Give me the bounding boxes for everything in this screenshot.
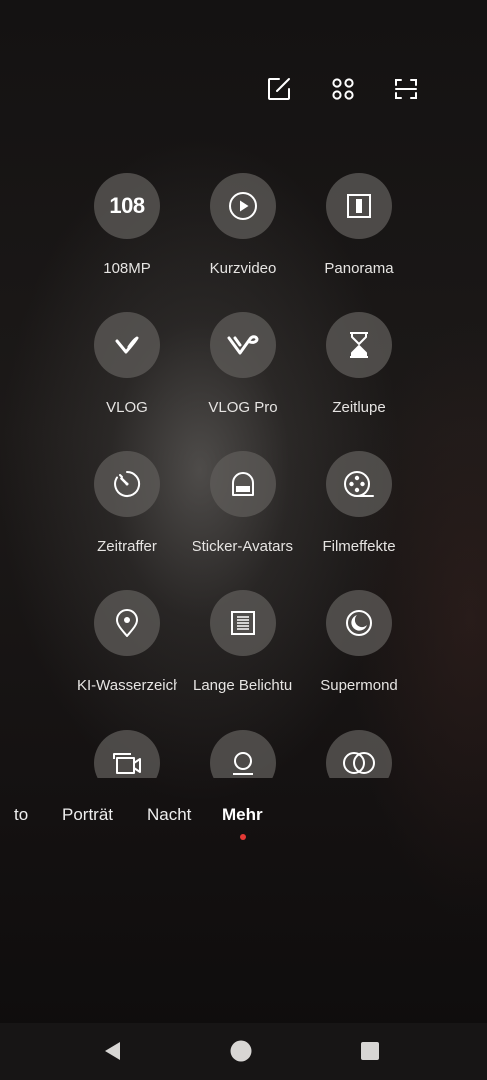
overlap-circles-icon[interactable] [326, 730, 392, 778]
mode-label: Kurzvideo [209, 260, 277, 277]
long-exposure-icon[interactable] [210, 590, 276, 656]
tab-nacht[interactable]: Nacht [147, 800, 191, 830]
mode-label: VLOG [106, 399, 148, 416]
hourglass-icon[interactable] [326, 312, 392, 378]
mode-label: KI-Wasserzeichen [77, 677, 177, 694]
mode-label: Panorama [324, 260, 394, 277]
navigation-bar [0, 1023, 487, 1080]
mode-label: Lange Belichtung [193, 677, 293, 694]
mode-label: Filmeffekte [322, 538, 396, 555]
recents-icon[interactable] [356, 1037, 384, 1065]
mode-zeitlupe[interactable]: Zeitlupe [289, 312, 429, 418]
home-icon[interactable] [227, 1037, 255, 1065]
sticker-avatar-icon[interactable] [210, 451, 276, 517]
moon-icon[interactable] [326, 590, 392, 656]
mode-label: 108MP [103, 260, 151, 277]
108-icon[interactable]: 108 [94, 173, 160, 239]
mode-supermond[interactable]: Supermond [289, 590, 429, 696]
mode-label: Supermond [320, 677, 398, 694]
mode-tabs: to Porträt Nacht Mehr [0, 800, 487, 830]
mode-label: Zeitlupe [332, 399, 386, 416]
tab-portraet[interactable]: Porträt [62, 800, 113, 830]
dual-video-icon[interactable] [94, 730, 160, 778]
tab-foto[interactable]: to [14, 800, 28, 830]
location-pin-icon[interactable] [94, 590, 160, 656]
vlog-icon[interactable] [94, 312, 160, 378]
mode-label: Sticker-Avatars [193, 538, 293, 555]
vlog-pro-icon[interactable] [210, 312, 276, 378]
mode-overlap[interactable] [289, 730, 429, 778]
tab-mehr[interactable]: Mehr [222, 800, 263, 830]
mode-label: VLOG Pro [208, 399, 278, 416]
mode-grid: 108 108MP Kurzvideo Panorama VLOG VLOG P… [0, 0, 487, 778]
panorama-icon[interactable] [326, 173, 392, 239]
mode-filmeffekte[interactable]: Filmeffekte [289, 451, 429, 557]
back-icon[interactable] [98, 1037, 126, 1065]
mode-label: Zeitraffer [97, 538, 157, 555]
mode-panorama[interactable]: Panorama [289, 173, 429, 279]
play-icon[interactable] [210, 173, 276, 239]
film-reel-icon[interactable] [326, 451, 392, 517]
timelapse-icon[interactable] [94, 451, 160, 517]
active-tab-indicator [240, 834, 246, 840]
portrait-person-icon[interactable] [210, 730, 276, 778]
